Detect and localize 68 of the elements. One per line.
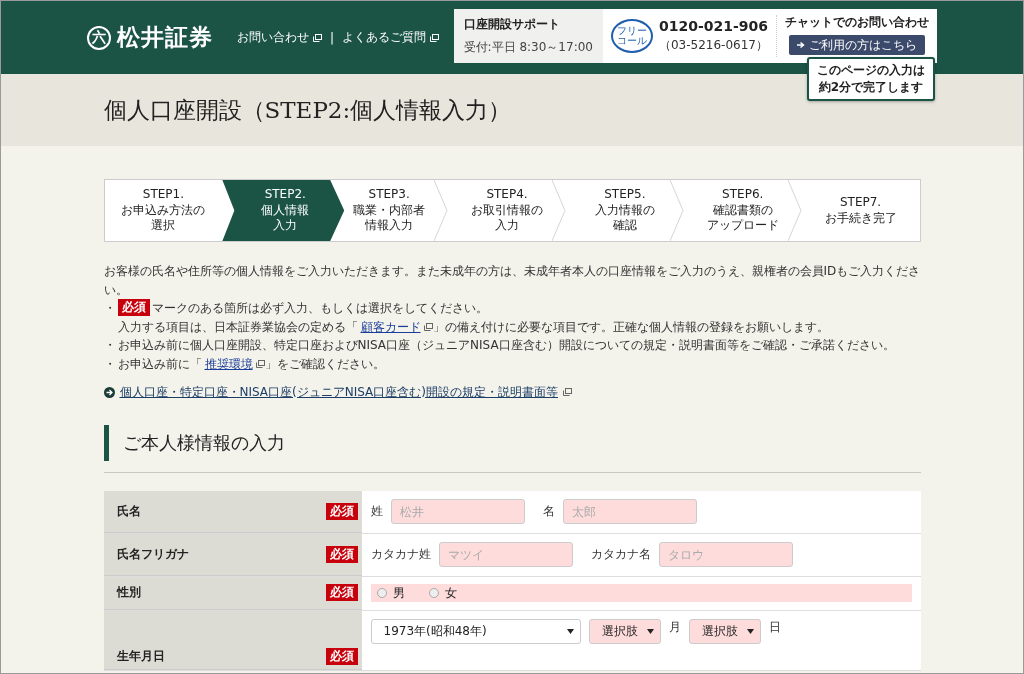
- dropdown[interactable]: 選択肢: [588, 618, 661, 644]
- required-badge: 必須: [325, 647, 358, 665]
- dropdown[interactable]: 1973年(昭和48年): [370, 618, 581, 644]
- note-text: 入力する項目は、日本証券業協会の定める「 顧客カード 」の備え付けに必要な項目です。正確な個人情報の登録をお願いします。: [117, 318, 829, 336]
- document-link[interactable]: 個人口座・特定口座・NISA口座(ジュニアNISA口座含む)開設の規定・説明書面等: [103, 383, 921, 401]
- chat-button[interactable]: ご利用の方はこちら: [789, 35, 925, 55]
- text-input[interactable]: 太郎: [562, 499, 697, 525]
- text-link[interactable]: 推奨環境: [204, 356, 253, 371]
- text-input[interactable]: タロウ: [658, 542, 793, 568]
- required-badge: 必須: [117, 299, 150, 317]
- header-link[interactable]: お問い合わせ: [237, 29, 322, 46]
- support-title: 口座開設サポート: [463, 16, 561, 33]
- text-link[interactable]: 顧客カード: [360, 319, 421, 334]
- external-link-icon: [423, 322, 433, 331]
- external-link-icon: [563, 388, 572, 397]
- logo-mark: 六: [87, 25, 111, 50]
- support-hours: 受付:平日 8:30～17:00: [463, 39, 593, 56]
- field-name: 氏名: [116, 502, 142, 520]
- external-link-icon: [255, 359, 265, 368]
- logo-text: 松井証券: [117, 22, 213, 52]
- step: STEP2. 個人情報 入力: [222, 180, 345, 241]
- text-input[interactable]: 松井: [390, 499, 525, 525]
- field-label: カタカナ名: [590, 546, 651, 564]
- required-badge: 必須: [325, 502, 358, 520]
- chat-label: チャットでのお問い合わせ: [785, 14, 929, 31]
- text-input[interactable]: マツイ: [438, 542, 573, 568]
- required-badge: 必須: [325, 545, 358, 563]
- step: STEP7. お手続き完了: [801, 180, 920, 241]
- step: STEP6. 確認書類の アップロード: [683, 180, 802, 241]
- bullet: ・: [103, 300, 117, 318]
- free-dial-mark: フリー コール: [610, 19, 653, 53]
- required-badge: 必須: [325, 584, 358, 602]
- dropdown[interactable]: 選択肢: [688, 618, 761, 644]
- step: STEP1. お申込み方法の 選択: [104, 180, 223, 241]
- radio-button[interactable]: [428, 588, 439, 599]
- bullet: ・: [103, 355, 117, 373]
- page-title: 個人口座開設（STEP2:個人情報入力）: [103, 95, 512, 125]
- external-link-icon: [313, 33, 322, 42]
- caret-icon: [566, 628, 574, 634]
- phone-number: （03-5216-0617）: [658, 37, 768, 54]
- header-link[interactable]: よくあるご質問: [342, 29, 440, 46]
- radio-button[interactable]: [376, 588, 387, 599]
- arrow-circle-icon: [103, 386, 115, 398]
- field-label: 名: [542, 503, 555, 521]
- caret-icon: [746, 628, 754, 634]
- phone-number: 0120-021-906: [658, 18, 768, 34]
- field-name: 生年月日: [116, 647, 166, 665]
- field-label: カタカナ姓: [370, 546, 431, 564]
- step: STEP5. 入力情報の 確認: [565, 180, 684, 241]
- note-text: お申込み前に「 推奨環境 」をご確認ください。: [117, 355, 385, 373]
- note-text: お申込み前に個人口座開設、特定口座およびNISA口座（ジュニアNISA口座含む）開設についての規定・説明書面等をご確認・ご承諾ください。: [117, 337, 895, 355]
- section-title: ご本人様情報の入力: [103, 424, 921, 461]
- arrow-icon: [797, 41, 805, 49]
- radio-label: 男: [392, 584, 405, 602]
- external-link-icon: [430, 33, 440, 42]
- field-name: 性別: [116, 584, 142, 602]
- tooltip: このページの入力は 約2分で完了します: [807, 57, 935, 101]
- field-label: 月: [668, 618, 681, 636]
- caret-icon: [646, 628, 654, 634]
- radio-label: 女: [444, 584, 457, 602]
- note-text: マークのある箇所は必ず入力、もしくは選択をしてください。: [151, 300, 488, 318]
- step: STEP4. お取引情報の 入力: [448, 180, 566, 241]
- bullet: ・: [103, 337, 117, 355]
- separator: |: [330, 30, 335, 45]
- field-label: 姓: [370, 503, 383, 521]
- intro-text: お客様の氏名や住所等の個人情報をご入力いただきます。また未成年の方は、未成年者本人の口座情報をご入力のうえ、親権者の会員IDもご入力ください。: [103, 263, 921, 299]
- field-name: 氏名フリガナ: [116, 545, 190, 563]
- field-label: 日: [768, 618, 781, 636]
